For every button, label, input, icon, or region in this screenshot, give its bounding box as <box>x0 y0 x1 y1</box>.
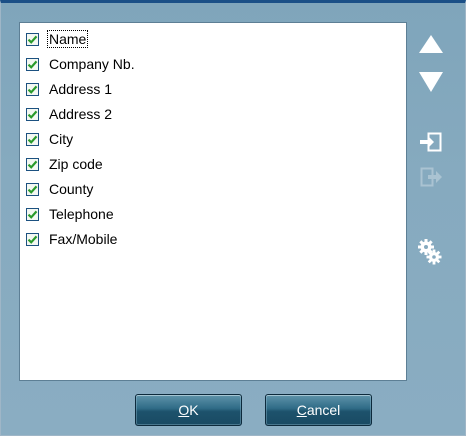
list-item[interactable]: County <box>26 179 94 199</box>
checkmark-icon <box>27 135 38 144</box>
list-item[interactable]: Zip code <box>26 154 104 174</box>
export-button[interactable] <box>419 166 443 193</box>
checkmark-icon <box>27 160 38 169</box>
list-item-label: Address 2 <box>49 106 113 122</box>
dialog-frame: Name Company Nb. Address 1 Address 2 Cit… <box>0 0 466 436</box>
cancel-button[interactable]: Cancel <box>265 394 372 426</box>
checkbox[interactable] <box>26 57 39 71</box>
field-list[interactable]: Name Company Nb. Address 1 Address 2 Cit… <box>19 22 407 381</box>
list-item-label: County <box>49 181 94 197</box>
checkbox[interactable] <box>26 182 39 196</box>
import-icon <box>420 132 442 152</box>
list-item-label: Company Nb. <box>49 56 135 72</box>
checkmark-icon <box>27 85 38 94</box>
export-icon <box>420 167 442 187</box>
triangle-down-icon <box>419 72 443 92</box>
list-item[interactable]: City <box>26 129 74 149</box>
list-item[interactable]: Address 2 <box>26 104 113 124</box>
checkbox[interactable] <box>26 232 39 246</box>
ok-button-label: OK <box>178 402 199 418</box>
checkmark-icon <box>27 110 38 119</box>
list-item-label: Address 1 <box>49 81 113 97</box>
list-item-label: Fax/Mobile <box>49 231 118 247</box>
list-item-label: City <box>49 131 74 147</box>
gears-icon <box>418 239 442 265</box>
settings-button[interactable] <box>417 238 443 271</box>
checkbox[interactable] <box>26 157 39 171</box>
list-item[interactable]: Address 1 <box>26 79 113 99</box>
list-item-label: Zip code <box>49 156 103 172</box>
list-item-label: Telephone <box>49 206 114 222</box>
checkbox[interactable] <box>26 107 39 121</box>
list-item[interactable]: Telephone <box>26 204 115 224</box>
checkbox[interactable] <box>26 132 39 146</box>
import-button[interactable] <box>419 131 443 158</box>
checkbox[interactable] <box>26 32 39 46</box>
list-item[interactable]: Company Nb. <box>26 54 136 74</box>
checkmark-icon <box>27 210 38 219</box>
list-item-label: Name <box>46 30 89 48</box>
ok-button[interactable]: OK <box>135 394 242 426</box>
checkmark-icon <box>27 60 38 69</box>
list-item[interactable]: Fax/Mobile <box>26 229 118 249</box>
cancel-button-label: Cancel <box>296 402 341 418</box>
checkmark-icon <box>27 35 38 44</box>
checkmark-icon <box>27 185 38 194</box>
list-item[interactable]: Name <box>26 29 89 49</box>
checkbox[interactable] <box>26 207 39 221</box>
move-down-button[interactable] <box>418 71 444 98</box>
triangle-up-icon <box>419 35 443 53</box>
move-up-button[interactable] <box>418 34 444 59</box>
checkmark-icon <box>27 235 38 244</box>
checkbox[interactable] <box>26 82 39 96</box>
